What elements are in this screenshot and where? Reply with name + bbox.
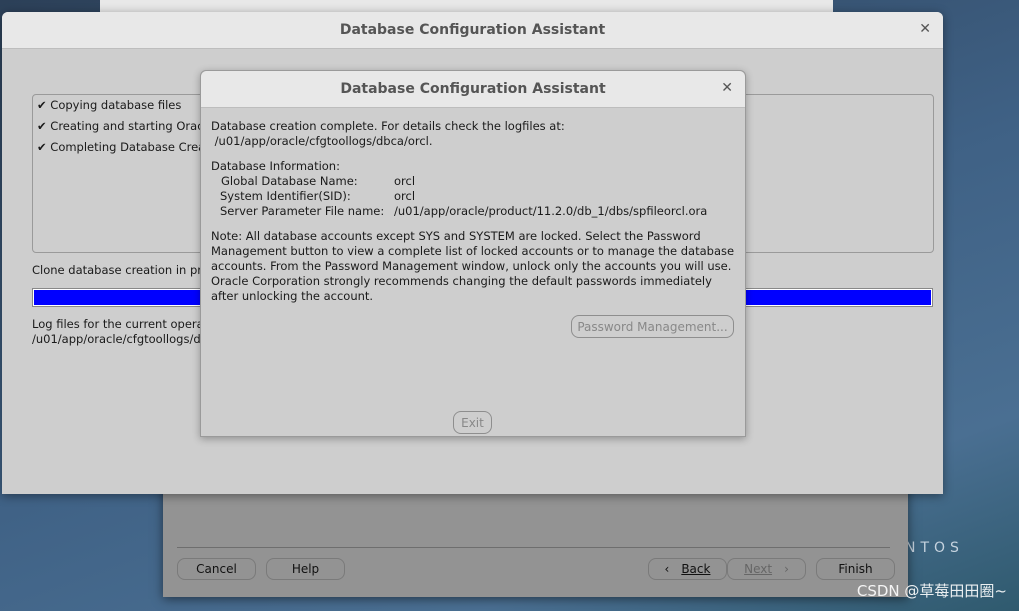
note-line: Management button to view a complete lis… xyxy=(211,244,735,258)
watermark: CSDN @草莓田田圈~ xyxy=(856,582,1007,600)
window-title: Database Configuration Assistant xyxy=(339,22,606,38)
centos-logo-text: NTOS xyxy=(905,540,964,556)
note-line: Oracle Corporation strongly recommends c… xyxy=(211,274,712,288)
log-path: /u01/app/oracle/cfgtoollogs/dbca/orcl. xyxy=(211,134,433,148)
divider xyxy=(177,547,890,548)
background-window xyxy=(100,0,833,12)
info-value: orcl xyxy=(394,189,416,203)
help-button[interactable]: Help xyxy=(266,558,345,580)
password-management-button[interactable]: Password Management... xyxy=(571,315,734,338)
chevron-right-icon: › xyxy=(784,562,789,576)
finish-button[interactable]: Finish xyxy=(816,558,895,580)
completion-dialog: Database Configuration Assistant ✕ Databa… xyxy=(200,70,746,437)
next-label: Next xyxy=(744,562,773,576)
info-label: System Identifier(SID): xyxy=(220,189,351,203)
exit-button[interactable]: Exit xyxy=(453,411,492,434)
chevron-left-icon: ‹ xyxy=(664,562,670,576)
info-label: Global Database Name: xyxy=(221,174,358,188)
note-line: after unlocking the account. xyxy=(211,289,374,303)
close-icon[interactable]: ✕ xyxy=(919,21,931,37)
next-button[interactable]: Next › xyxy=(727,558,806,580)
note-line: Note: All database accounts except SYS a… xyxy=(211,229,701,243)
dialog-title: Database Configuration Assistant xyxy=(340,81,606,97)
close-icon[interactable]: ✕ xyxy=(721,80,733,96)
cancel-button[interactable]: Cancel xyxy=(177,558,256,580)
info-value: /u01/app/oracle/product/11.2.0/db_1/dbs/… xyxy=(394,204,708,218)
note-line: accounts. From the Password Management w… xyxy=(211,259,732,273)
dialog-titlebar: Database Configuration Assistant ✕ xyxy=(201,71,745,108)
back-label: Back xyxy=(681,562,711,576)
back-button[interactable]: ‹ Back xyxy=(648,558,727,580)
info-header: Database Information: xyxy=(211,159,340,173)
completion-message: Database creation complete. For details … xyxy=(211,119,565,133)
info-label: Server Parameter File name: xyxy=(220,204,385,218)
window-titlebar: Database Configuration Assistant ✕ xyxy=(2,12,943,49)
info-value: orcl xyxy=(394,174,416,188)
